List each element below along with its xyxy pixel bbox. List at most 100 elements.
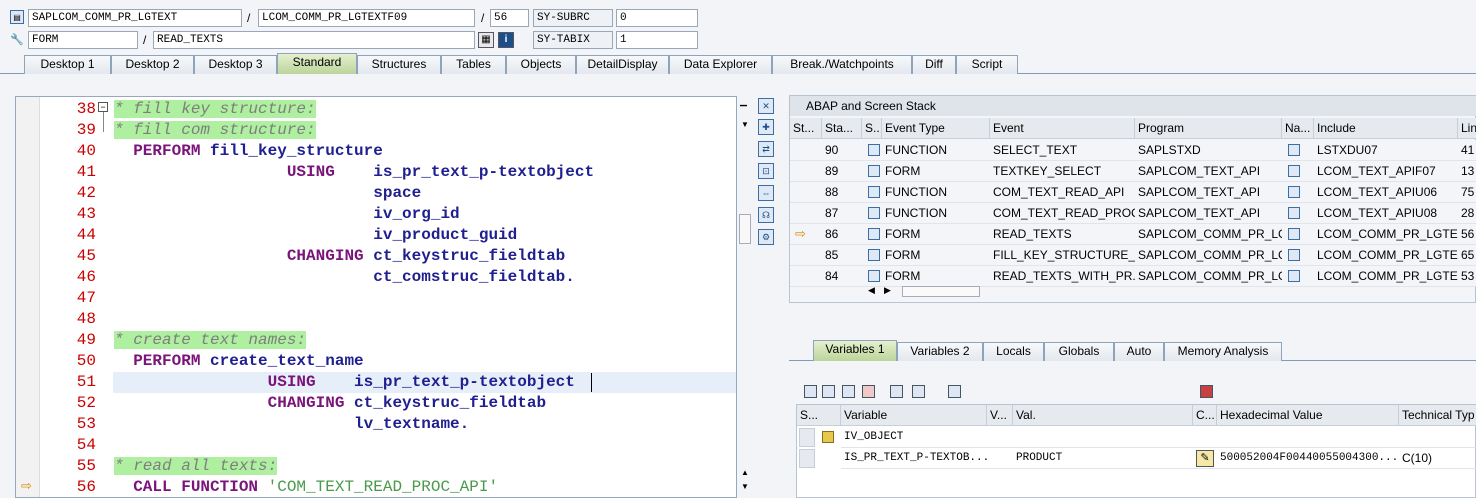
scroll-end-arrow-icon[interactable]: ▼ <box>741 482 749 491</box>
line-number: 43 <box>76 205 96 223</box>
program-icon: ▤ <box>10 10 24 24</box>
navigate-icon[interactable] <box>1288 144 1300 156</box>
stack-column-header[interactable]: Program <box>1135 118 1282 139</box>
tab-locals[interactable]: Locals <box>983 342 1044 361</box>
stack-column-header[interactable]: Include <box>1314 118 1458 139</box>
program-field[interactable]: SAPLCOM_COMM_PR_LGTEXT <box>28 9 242 27</box>
navigate-icon[interactable] <box>1288 165 1300 177</box>
navigate-icon[interactable] <box>1288 249 1300 261</box>
tab-desktop-3[interactable]: Desktop 3 <box>194 55 277 74</box>
navigate-icon[interactable] <box>1288 270 1300 282</box>
tab-diff[interactable]: Diff <box>912 55 956 74</box>
tag-icon[interactable] <box>948 385 961 398</box>
edit-value-icon[interactable]: ✎ <box>1196 450 1214 467</box>
variables-column-header[interactable]: Val. <box>1013 405 1193 426</box>
stack-cell-event: READ_TEXTS <box>993 227 1072 241</box>
editor-scrollbar[interactable]: ▁ ▼ ▲ ▼ <box>738 96 752 498</box>
row-selector[interactable] <box>799 428 815 447</box>
row-divider <box>841 468 1476 469</box>
row-selector[interactable] <box>799 449 815 468</box>
code-token: create_text_name <box>210 352 364 370</box>
tab-memory-analysis[interactable]: Memory Analysis <box>1164 342 1282 361</box>
tab-objects[interactable]: Objects <box>506 55 576 74</box>
variable-cell-name[interactable]: IV_OBJECT <box>841 427 987 447</box>
scroll-down-arrow-icon[interactable]: ▲ <box>741 468 749 477</box>
tabix-value[interactable]: 1 <box>616 31 698 49</box>
source-code-editor[interactable]: ⇨ 38 39 40 41 42 43 44 45 46 47 48 49 50 51 52 53 54 55 56… <box>15 96 737 498</box>
stack-hscroll[interactable]: ◀ ▶ <box>864 285 980 299</box>
settings-tool-icon[interactable]: ⚙ <box>758 229 774 245</box>
code-token: ct_comstruc_fieldtab. <box>114 268 575 286</box>
code-token: lv_textname. <box>114 415 470 433</box>
line-field[interactable]: 56 <box>490 9 529 27</box>
stack-column-header[interactable]: St... <box>790 118 822 139</box>
services-tool-icon[interactable]: ☊ <box>758 207 774 223</box>
variable-cell-hex[interactable]: 500052004F00440055004300... <box>1217 448 1399 468</box>
replace-tool-icon[interactable]: ⇄ <box>758 141 774 157</box>
scroll-up-icon[interactable]: ▁ <box>740 96 747 107</box>
event-type-field[interactable]: FORM <box>28 31 138 49</box>
variables-column-header[interactable]: V... <box>987 405 1013 426</box>
move-icon[interactable] <box>912 385 925 398</box>
stack-column-header[interactable]: Na... <box>1282 118 1314 139</box>
save-icon[interactable] <box>1200 385 1213 398</box>
code-line: space <box>114 183 421 204</box>
variables-column-header[interactable]: Hexadecimal Value <box>1217 405 1399 426</box>
tab-globals[interactable]: Globals <box>1044 342 1114 361</box>
tab-variables-1[interactable]: Variables 1 <box>813 340 897 361</box>
stack-column-header[interactable]: Event Type <box>882 118 990 139</box>
navigate-icon[interactable] <box>1288 207 1300 219</box>
variable-cell-name[interactable]: IS_PR_TEXT_P-TEXTOB... <box>841 448 987 468</box>
tab-desktop-2[interactable]: Desktop 2 <box>111 55 194 74</box>
stack-column-header[interactable]: S.. <box>862 118 882 139</box>
variables-column-header[interactable]: Technical Typ <box>1399 405 1476 426</box>
scroll-thumb[interactable] <box>739 214 751 244</box>
close-tool-icon[interactable]: ✕ <box>758 98 774 114</box>
stack-cell-type: FORM <box>885 227 921 241</box>
tab-structures[interactable]: Structures <box>357 55 441 74</box>
variables-column-header[interactable]: S... <box>797 405 841 426</box>
delete-icon[interactable] <box>804 385 817 398</box>
list-icon[interactable] <box>842 385 855 398</box>
tab-data-explorer[interactable]: Data Explorer <box>669 55 772 74</box>
subrc-value[interactable]: 0 <box>616 9 698 27</box>
stack-column-header[interactable]: Sta... <box>822 118 862 139</box>
navigate-icon[interactable] <box>1288 186 1300 198</box>
view-icon[interactable] <box>822 385 835 398</box>
breakpoint-gutter[interactable] <box>16 97 40 497</box>
code-token: * fill key structure: <box>114 100 316 118</box>
tab-breakpoints[interactable]: Break./Watchpoints <box>772 55 912 74</box>
stack-cell-level: 90 <box>825 143 839 157</box>
scroll-up-arrow-icon[interactable]: ▼ <box>741 120 749 129</box>
remove-row-icon[interactable] <box>862 385 875 398</box>
stack-cell-line: 41 <box>1461 143 1475 157</box>
tab-variables-2[interactable]: Variables 2 <box>897 342 983 361</box>
tab-tables[interactable]: Tables <box>441 55 506 74</box>
tab-standard[interactable]: Standard <box>277 53 357 74</box>
source-display-icon[interactable]: ▦ <box>478 32 494 48</box>
variables-column-header[interactable]: Variable <box>841 405 987 426</box>
navigate-icon[interactable] <box>1288 228 1300 240</box>
event-field[interactable]: READ_TEXTS <box>153 31 475 49</box>
stack-column-header[interactable]: Lin <box>1458 118 1476 139</box>
hscroll-thumb[interactable] <box>902 286 980 297</box>
include-field[interactable]: LCOM_COMM_PR_LGTEXTF09 <box>258 9 475 27</box>
variables-column-header[interactable]: C... <box>1193 405 1217 426</box>
new-tool-icon[interactable]: ✚ <box>758 119 774 135</box>
scroll-right-icon[interactable]: ▶ <box>884 285 891 296</box>
info-icon[interactable]: i <box>498 32 514 48</box>
columns-icon[interactable] <box>890 385 903 398</box>
swap-tool-icon[interactable]: ⇔ <box>758 185 774 201</box>
tab-detaildisplay[interactable]: DetailDisplay <box>576 55 669 74</box>
tab-script[interactable]: Script <box>956 55 1018 74</box>
tab-desktop-1[interactable]: Desktop 1 <box>24 55 111 74</box>
line-numbers: 38 39 40 41 42 43 44 45 46 47 48 49 50 51 52 53 54 55 56 <box>40 97 98 497</box>
variable-cell-type[interactable]: C(10) <box>1399 448 1476 468</box>
separator-slash: / <box>143 33 147 47</box>
scroll-left-icon[interactable]: ◀ <box>868 285 875 296</box>
maximize-tool-icon[interactable]: ⊡ <box>758 163 774 179</box>
tab-auto[interactable]: Auto <box>1114 342 1164 361</box>
stack-column-header[interactable]: Event <box>990 118 1135 139</box>
collapse-icon[interactable]: − <box>98 102 108 112</box>
variable-cell-value[interactable]: PRODUCT <box>1013 448 1193 468</box>
